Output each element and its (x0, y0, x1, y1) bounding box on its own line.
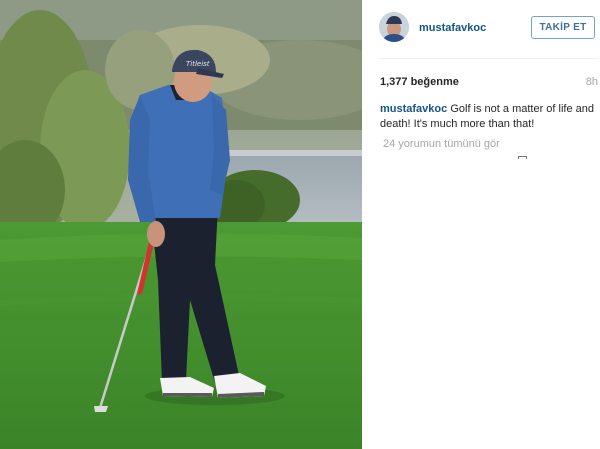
follow-button[interactable]: TAKİP ET (531, 16, 595, 39)
avatar[interactable] (379, 12, 409, 42)
header-divider (379, 58, 598, 59)
caption-author-link[interactable]: mustafavkoc (380, 103, 447, 115)
post-timestamp[interactable]: 8h (586, 76, 598, 88)
post-details-panel: mustafavkoc TAKİP ET 1,377 beğenme 8h mu… (362, 0, 600, 449)
golfer-photo: Titleist (0, 0, 362, 449)
post-header: mustafavkoc TAKİP ET (379, 12, 598, 46)
svg-text:Titleist: Titleist (186, 60, 210, 68)
avatar-image (379, 12, 409, 42)
likes-count[interactable]: 1,377 beğenme (380, 76, 459, 88)
view-all-comments-link[interactable]: 24 yorumun tümünü gör (383, 138, 500, 150)
text-cursor-icon (518, 156, 527, 159)
post-caption: mustafavkoc Golf is not a matter of life… (380, 102, 595, 132)
post-photo[interactable]: Titleist (0, 0, 362, 449)
username-link[interactable]: mustafavkoc (419, 22, 486, 34)
